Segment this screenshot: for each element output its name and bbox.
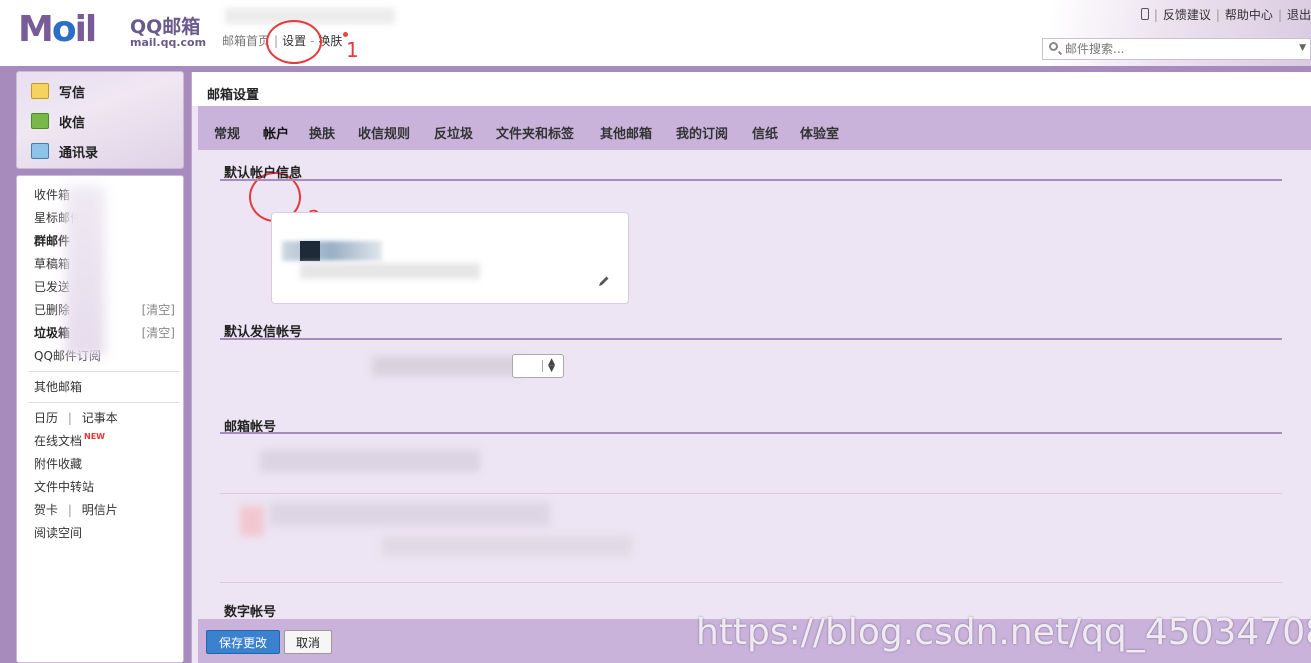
cancel-button[interactable]: 取消 <box>284 630 332 654</box>
search-icon <box>1049 42 1058 51</box>
blurred-mail-account-row <box>260 450 480 472</box>
top-links: | 反馈建议 | 帮助中心 | 退出 <box>1140 6 1311 23</box>
blurred-sender-address <box>372 356 522 376</box>
link-separator: | <box>67 503 72 517</box>
tab-stationery[interactable]: 信纸 <box>752 123 778 142</box>
sidebar-item-calendar-row: 日历 | 记事本 <box>34 409 118 426</box>
mobile-phone-icon[interactable] <box>1140 8 1149 20</box>
csdn-watermark: https://blog.csdn.net/qq_45034708 <box>696 612 1311 653</box>
tab-other-mailbox[interactable]: 其他邮箱 <box>600 123 652 142</box>
tab-general[interactable]: 常规 <box>214 123 240 142</box>
contacts-icon <box>31 143 49 159</box>
mail-search-box[interactable]: ▼ <box>1042 38 1311 60</box>
sidebar-divider <box>29 402 179 403</box>
link-separator: | <box>1277 8 1282 22</box>
tab-subscriptions[interactable]: 我的订阅 <box>676 123 728 142</box>
blurred-username <box>225 8 395 24</box>
select-divider <box>542 360 543 372</box>
online-docs-label: 在线文档 <box>34 434 83 448</box>
mail-search-input[interactable] <box>1065 41 1295 57</box>
feedback-link[interactable]: 反馈建议 <box>1163 8 1211 22</box>
contacts-button[interactable]: 通讯录 <box>31 140 98 162</box>
notepad-link[interactable]: 记事本 <box>82 411 118 425</box>
logout-link[interactable]: 退出 <box>1287 8 1311 22</box>
default-sender-select[interactable]: ▲ ▼ <box>512 354 564 378</box>
compose-button[interactable]: 写信 <box>31 80 85 102</box>
annotation-number-1: 1 <box>346 38 359 62</box>
compose-label: 写信 <box>59 85 86 101</box>
blurred-account-name <box>282 241 382 261</box>
blurred-folder-counts <box>65 186 105 356</box>
link-separator: | <box>67 411 72 425</box>
logo-title: QQ邮箱 <box>130 16 201 38</box>
sidebar-item-cards-row: 贺卡 | 明信片 <box>34 501 118 518</box>
compose-icon <box>31 83 49 99</box>
row-divider <box>220 582 1282 583</box>
settings-header: 邮箱设置 <box>192 72 1311 106</box>
sidebar-item-reading-space[interactable]: 阅读空间 <box>34 524 82 541</box>
help-link[interactable]: 帮助中心 <box>1225 8 1273 22</box>
main-frame: 写信 收信 通讯录 收件箱 星标邮件 群邮件 草稿箱 已发送 已删除 [清空] … <box>0 66 1311 663</box>
sidebar-item-file-transfer[interactable]: 文件中转站 <box>34 478 94 495</box>
link-separator: | <box>1153 8 1158 22</box>
blurred-account-avatar <box>240 506 264 536</box>
blurred-mail-account-detail <box>270 502 550 526</box>
sidebar-item-other-mailbox[interactable]: 其他邮箱 <box>34 378 82 395</box>
sidebar-folders: 收件箱 星标邮件 群邮件 草稿箱 已发送 已删除 [清空] 垃圾箱 [清空] Q… <box>16 175 184 663</box>
tab-account[interactable]: 帐户 <box>263 123 289 142</box>
tab-rules[interactable]: 收信规则 <box>358 123 410 142</box>
save-changes-button[interactable]: 保存更改 <box>206 630 280 654</box>
row-divider <box>220 493 1282 494</box>
edit-pencil-icon[interactable] <box>598 275 610 287</box>
annotation-circle-settings <box>266 20 322 64</box>
receive-icon <box>31 113 49 129</box>
calendar-link[interactable]: 日历 <box>34 411 58 425</box>
blurred-account-email <box>300 263 480 279</box>
default-account-card <box>271 212 629 304</box>
tab-skin[interactable]: 换肤 <box>309 123 335 142</box>
new-badge: NEW <box>84 432 105 441</box>
sidebar-item-online-docs[interactable]: 在线文档 NEW <box>34 432 105 449</box>
receive-button[interactable]: 收信 <box>31 110 85 132</box>
tab-folders-labels[interactable]: 文件夹和标签 <box>496 123 574 142</box>
tab-lab[interactable]: 体验室 <box>800 123 839 142</box>
settings-panel: 邮箱设置 常规 帐户 换肤 收信规则 反垃圾 文件夹和标签 其他邮箱 我的订阅 … <box>191 72 1311 663</box>
link-separator: | <box>1215 8 1220 22</box>
section-title-digital-account: 数字帐号 <box>224 605 277 620</box>
tab-antispam[interactable]: 反垃圾 <box>434 123 473 142</box>
logo-domain: mail.qq.com <box>130 36 207 49</box>
sidebar-item-attachments[interactable]: 附件收藏 <box>34 455 82 472</box>
section-divider <box>220 338 1282 340</box>
contacts-label: 通讯录 <box>59 145 99 161</box>
page-title: 邮箱设置 <box>207 88 260 103</box>
clear-spam-button[interactable]: [清空] <box>142 324 175 341</box>
receive-label: 收信 <box>59 115 86 131</box>
select-arrows-icon: ▲ ▼ <box>548 357 555 374</box>
avatar <box>300 241 320 261</box>
qq-mail-logo[interactable]: Moil QQ邮箱 mail.qq.com <box>18 10 208 54</box>
section-divider <box>220 179 1282 181</box>
section-divider <box>220 432 1282 434</box>
mailbox-home-link[interactable]: 邮箱首页 <box>222 32 270 49</box>
settings-tabs: 常规 帐户 换肤 收信规则 反垃圾 文件夹和标签 其他邮箱 我的订阅 信纸 体验… <box>198 106 1311 150</box>
notification-dot <box>343 32 349 37</box>
skin-link[interactable]: 换肤 <box>318 32 342 49</box>
chevron-down-icon[interactable]: ▼ <box>1299 43 1306 53</box>
postcard-link[interactable]: 明信片 <box>82 503 118 517</box>
clear-deleted-button[interactable]: [清空] <box>142 301 175 318</box>
logo-wordmark: Moil <box>18 9 97 50</box>
sidebar-divider <box>29 371 179 372</box>
blurred-mail-account-detail <box>382 536 632 556</box>
greeting-card-link[interactable]: 贺卡 <box>34 503 58 517</box>
top-header: Moil QQ邮箱 mail.qq.com 邮箱首页 | 设置 - 换肤 1 | 反馈建议… <box>0 0 1311 66</box>
sidebar-quick-actions: 写信 收信 通讯录 <box>16 71 184 169</box>
